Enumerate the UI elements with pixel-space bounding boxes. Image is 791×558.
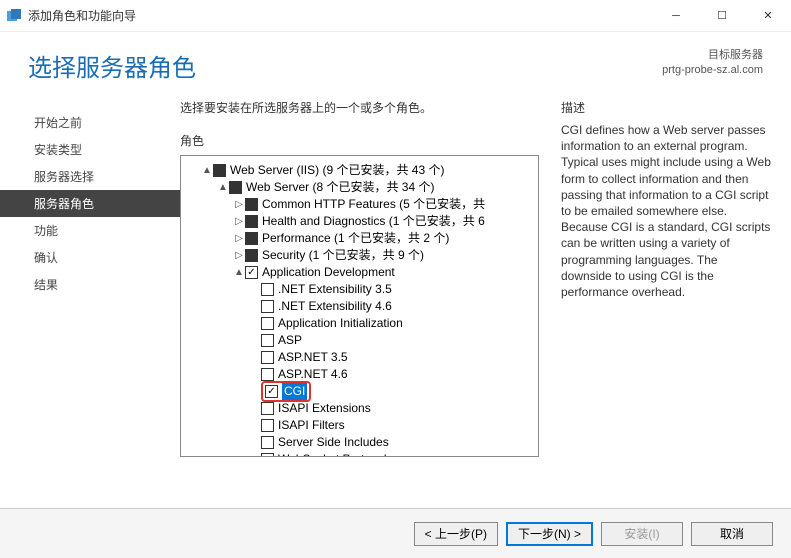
expand-icon[interactable]: ▷ (233, 247, 245, 264)
highlight-annotation: CGI (261, 381, 311, 402)
tree-row[interactable]: ▷ Security (1 个已安装，共 9 个) (185, 247, 534, 264)
server-info-value: prtg-probe-sz.al.com (662, 63, 763, 78)
checkbox[interactable] (261, 453, 274, 457)
sidebar-item[interactable]: 功能 (0, 217, 180, 244)
header: 选择服务器角色 目标服务器 prtg-probe-sz.al.com (0, 32, 791, 91)
expand-icon[interactable]: ▲ (201, 162, 213, 179)
tree-row[interactable]: ▷ Health and Diagnostics (1 个已安装，共 6 (185, 213, 534, 230)
tree-row[interactable]: CGI (185, 383, 534, 400)
tree-node-label[interactable]: Application Initialization (278, 315, 403, 332)
tree-node-label[interactable]: Security (1 个已安装，共 9 个) (262, 247, 424, 264)
checkbox[interactable] (245, 266, 258, 279)
roles-column: 选择要安装在所选服务器上的一个或多个角色。 角色 ▲Web Server (II… (180, 99, 539, 457)
sidebar-item[interactable]: 确认 (0, 244, 180, 271)
tree-row[interactable]: ASP.NET 3.5 (185, 349, 534, 366)
checkbox[interactable] (261, 334, 274, 347)
checkbox[interactable] (245, 198, 258, 211)
page-title: 选择服务器角色 (28, 48, 196, 83)
tree-node-label[interactable]: Web Server (IIS) (9 个已安装，共 43 个) (230, 162, 444, 179)
checkbox[interactable] (261, 283, 274, 296)
footer: < 上一步(P) 下一步(N) > 安装(I) 取消 (0, 508, 791, 558)
checkbox[interactable] (261, 436, 274, 449)
checkbox[interactable] (245, 215, 258, 228)
install-button: 安装(I) (601, 522, 683, 546)
checkbox[interactable] (261, 368, 274, 381)
tree-row[interactable]: ▷ Common HTTP Features (5 个已安装，共 (185, 196, 534, 213)
tree-node-label[interactable]: CGI (282, 383, 307, 400)
roles-tree[interactable]: ▲Web Server (IIS) (9 个已安装，共 43 个)▲Web Se… (180, 155, 539, 457)
tree-node-label[interactable]: WebSocket Protocol (278, 451, 387, 457)
sidebar-item[interactable]: 服务器角色 (0, 190, 180, 217)
checkbox[interactable] (261, 419, 274, 432)
checkbox[interactable] (265, 385, 278, 398)
maximize-button[interactable]: ☐ (699, 0, 745, 32)
body: 开始之前安装类型服务器选择服务器角色功能确认结果 选择要安装在所选服务器上的一个… (0, 91, 791, 465)
tree-row[interactable]: .NET Extensibility 4.6 (185, 298, 534, 315)
sidebar-item[interactable]: 安装类型 (0, 136, 180, 163)
next-button[interactable]: 下一步(N) > (506, 522, 593, 546)
previous-button[interactable]: < 上一步(P) (414, 522, 498, 546)
tree-node-label[interactable]: Health and Diagnostics (1 个已安装，共 6 (262, 213, 485, 230)
titlebar: 添加角色和功能向导 ─ ☐ ✕ (0, 0, 791, 32)
instruction-text: 选择要安装在所选服务器上的一个或多个角色。 (180, 99, 539, 116)
tree-node-label[interactable]: ASP (278, 332, 302, 349)
tree-row[interactable]: ISAPI Filters (185, 417, 534, 434)
server-info-label: 目标服务器 (662, 48, 763, 63)
tree-row[interactable]: .NET Extensibility 3.5 (185, 281, 534, 298)
window-title: 添加角色和功能向导 (28, 7, 653, 24)
server-info: 目标服务器 prtg-probe-sz.al.com (662, 48, 763, 79)
close-button[interactable]: ✕ (745, 0, 791, 32)
expand-icon[interactable]: ▷ (233, 213, 245, 230)
sidebar: 开始之前安装类型服务器选择服务器角色功能确认结果 (0, 99, 180, 457)
sidebar-item[interactable]: 开始之前 (0, 109, 180, 136)
checkbox[interactable] (245, 232, 258, 245)
tree-node-label[interactable]: Performance (1 个已安装，共 2 个) (262, 230, 449, 247)
tree-node-label[interactable]: Server Side Includes (278, 434, 389, 451)
tree-row[interactable]: ▲ Web Server (8 个已安装，共 34 个) (185, 179, 534, 196)
checkbox[interactable] (261, 402, 274, 415)
sidebar-item[interactable]: 结果 (0, 271, 180, 298)
tree-node-label[interactable]: .NET Extensibility 3.5 (278, 281, 392, 298)
tree-node-label[interactable]: ISAPI Extensions (278, 400, 371, 417)
checkbox[interactable] (229, 181, 242, 194)
roles-label: 角色 (180, 132, 539, 149)
description-text: CGI defines how a Web server passes info… (561, 122, 771, 300)
tree-node-label[interactable]: ASP.NET 3.5 (278, 349, 348, 366)
expand-icon[interactable]: ▲ (233, 264, 245, 281)
tree-node-label[interactable]: Common HTTP Features (5 个已安装，共 (262, 196, 485, 213)
tree-row[interactable]: Server Side Includes (185, 434, 534, 451)
tree-node-label[interactable]: ISAPI Filters (278, 417, 345, 434)
expand-icon[interactable]: ▷ (233, 230, 245, 247)
main: 选择要安装在所选服务器上的一个或多个角色。 角色 ▲Web Server (II… (180, 99, 771, 457)
expand-icon[interactable]: ▷ (233, 196, 245, 213)
tree-row[interactable]: ISAPI Extensions (185, 400, 534, 417)
description-column: 描述 CGI defines how a Web server passes i… (561, 99, 771, 457)
sidebar-item[interactable]: 服务器选择 (0, 163, 180, 190)
tree-node-label[interactable]: Application Development (262, 264, 395, 281)
checkbox[interactable] (245, 249, 258, 262)
tree-row[interactable]: ▲ Web Server (IIS) (9 个已安装，共 43 个) (185, 162, 534, 179)
minimize-button[interactable]: ─ (653, 0, 699, 32)
tree-row[interactable]: ASP.NET 4.6 (185, 366, 534, 383)
tree-row[interactable]: Application Initialization (185, 315, 534, 332)
tree-node-label[interactable]: Web Server (8 个已安装，共 34 个) (246, 179, 435, 196)
tree-row[interactable]: ▲ Application Development (185, 264, 534, 281)
window-controls: ─ ☐ ✕ (653, 0, 791, 32)
tree-row[interactable]: ASP (185, 332, 534, 349)
checkbox[interactable] (261, 351, 274, 364)
app-icon (6, 8, 22, 24)
tree-node-label[interactable]: .NET Extensibility 4.6 (278, 298, 392, 315)
expand-icon[interactable]: ▲ (217, 179, 229, 196)
checkbox[interactable] (261, 317, 274, 330)
checkbox[interactable] (213, 164, 226, 177)
cancel-button[interactable]: 取消 (691, 522, 773, 546)
checkbox[interactable] (261, 300, 274, 313)
tree-row[interactable]: WebSocket Protocol (185, 451, 534, 457)
tree-row[interactable]: ▷ Performance (1 个已安装，共 2 个) (185, 230, 534, 247)
description-label: 描述 (561, 99, 771, 116)
